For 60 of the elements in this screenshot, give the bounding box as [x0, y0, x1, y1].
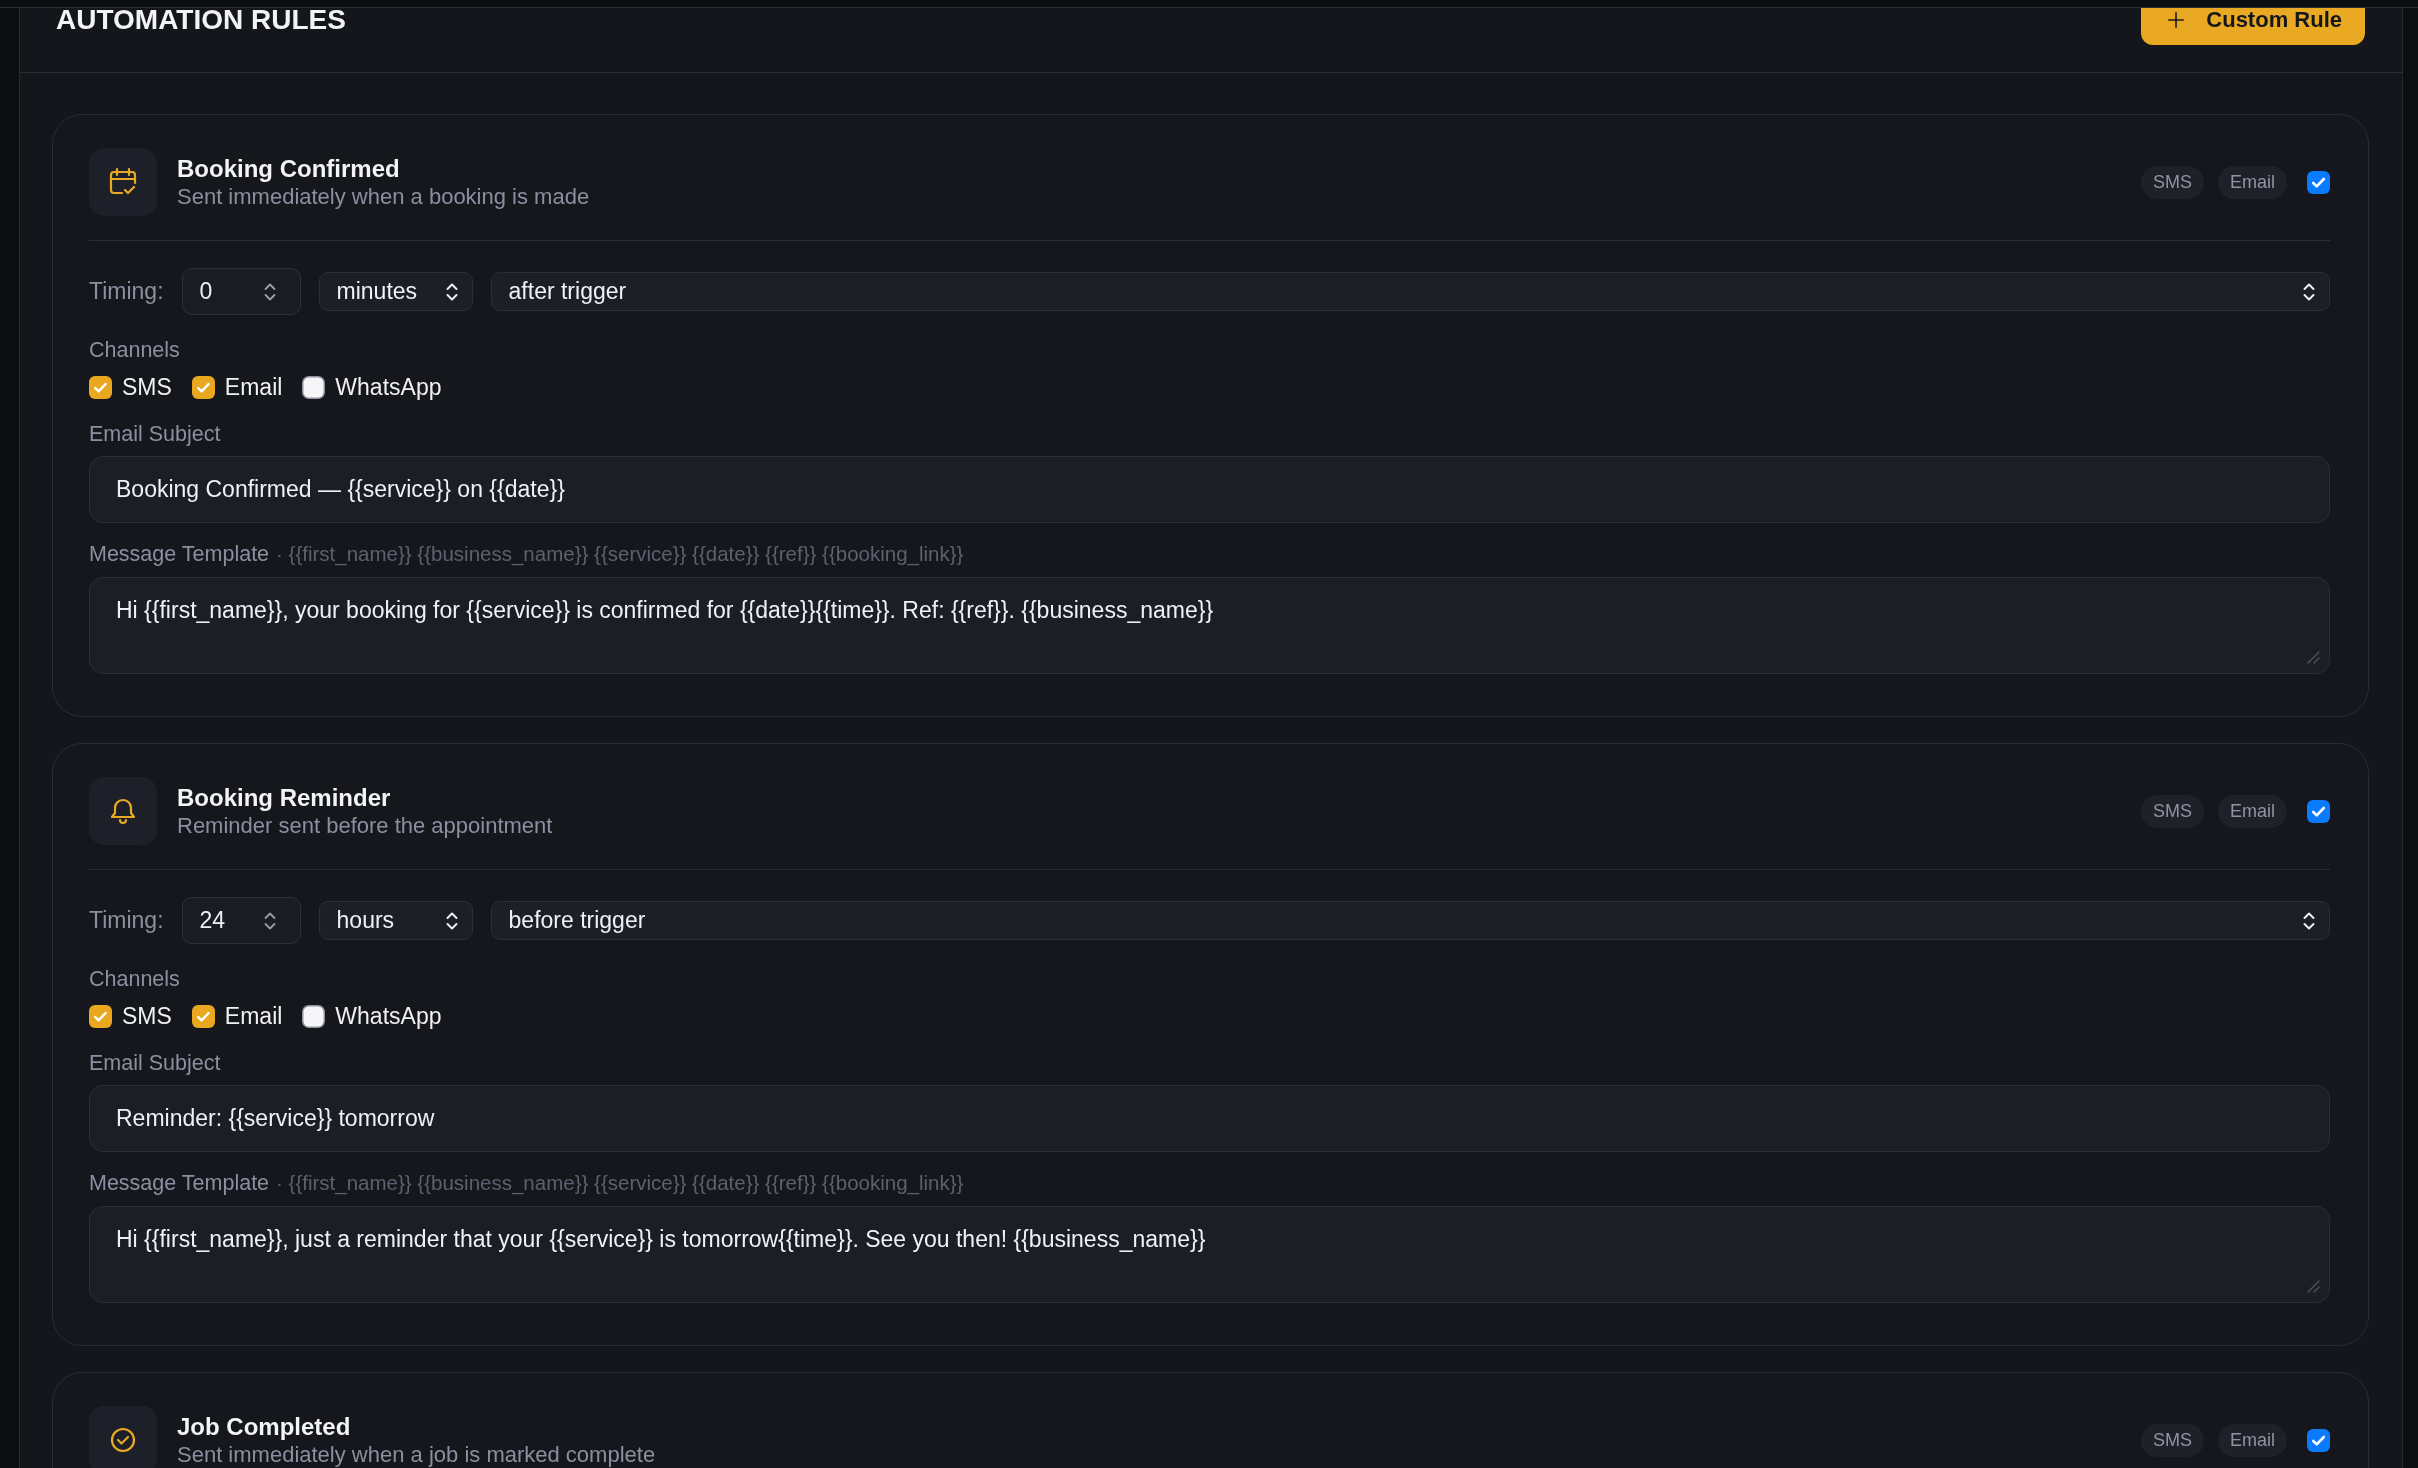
channels-label: Channels [89, 337, 180, 363]
channel-checkbox[interactable] [302, 1004, 326, 1028]
email-subject-field[interactable]: Reminder: {{service}} tomorrow [89, 1085, 2330, 1152]
section-title: AUTOMATION RULES [56, 8, 346, 32]
channel-option-label: Email [224, 373, 283, 401]
channel-option-label: WhatsApp [335, 373, 442, 401]
channel-option-label: SMS [122, 373, 172, 401]
timing-unit-select[interactable]: minutes [318, 272, 473, 311]
timing-relation-select[interactable]: after trigger [490, 272, 2330, 311]
channel-tag: SMS [2140, 794, 2204, 828]
rule-description: Sent immediately when a job is marked complete [177, 1442, 656, 1468]
email-subject-label: Email Subject [89, 1050, 221, 1076]
channel-tag: Email [2218, 1423, 2287, 1457]
template-variables-hint: · {{first_name}} {{business_name}} {{service}} {{date}} {{ref}} {{booking_link}} [276, 541, 964, 567]
resize-grip-icon[interactable] [2306, 1279, 2320, 1293]
message-template-field[interactable]: Hi {{first_name}}, just a reminder that your {{service}} is tomorrow{{time}}. See you then! {{business_name}} [89, 1206, 2330, 1303]
rule-title: Booking Confirmed [177, 154, 401, 184]
message-template-label: Message Template [89, 1170, 270, 1196]
channel-option-label: SMS [122, 1002, 172, 1030]
timing-amount-field[interactable]: 24 [181, 897, 301, 944]
rule-enabled-checkbox[interactable] [2307, 170, 2330, 194]
channel-checkbox[interactable] [191, 1004, 215, 1028]
resize-grip-icon[interactable] [2306, 650, 2320, 664]
email-subject-label: Email Subject [89, 421, 221, 447]
spinner-arrows-icon[interactable] [263, 281, 276, 302]
channel-checkbox[interactable] [302, 375, 326, 399]
timing-relation-select[interactable]: before trigger [490, 901, 2330, 940]
rule-enabled-checkbox[interactable] [2307, 799, 2330, 823]
plus-icon [2168, 12, 2185, 28]
chevron-updown-icon [445, 910, 458, 931]
channel-option-label: WhatsApp [335, 1002, 442, 1030]
channel-checkbox[interactable] [89, 1004, 112, 1028]
template-variables-hint: · {{first_name}} {{business_name}} {{service}} {{date}} {{ref}} {{booking_link}} [276, 1170, 964, 1196]
rule-title: Job Completed [177, 1412, 352, 1442]
channel-tag: Email [2218, 165, 2287, 199]
timing-label: Timing: [89, 907, 164, 934]
message-template-field[interactable]: Hi {{first_name}}, your booking for {{service}} is confirmed for {{date}}{{time}}. Ref: {{ref}}. {{business_name}} [89, 577, 2330, 674]
channel-checkbox[interactable] [191, 375, 215, 399]
chevron-updown-icon [2303, 281, 2315, 302]
timing-amount-field[interactable]: 0 [181, 268, 301, 315]
rule-enabled-checkbox[interactable] [2307, 1428, 2330, 1452]
channels-label: Channels [89, 966, 180, 992]
rule-description: Sent immediately when a booking is made [177, 184, 590, 210]
channel-tag: Email [2218, 794, 2287, 828]
timing-label: Timing: [89, 278, 164, 305]
message-template-label: Message Template [89, 541, 270, 567]
chevron-updown-icon [445, 281, 458, 302]
calendar-check-icon [89, 148, 157, 216]
channel-tag: SMS [2140, 1423, 2204, 1457]
bell-icon [89, 777, 157, 845]
spinner-arrows-icon[interactable] [263, 910, 276, 931]
chevron-updown-icon [2303, 910, 2315, 931]
rule-description: Reminder sent before the appointment [177, 813, 553, 839]
channel-checkbox[interactable] [89, 375, 112, 399]
custom-rule-button[interactable]: Custom Rule [2141, 8, 2365, 45]
rule-title: Booking Reminder [177, 783, 392, 813]
channel-tag: SMS [2140, 165, 2204, 199]
channel-option-label: Email [224, 1002, 283, 1030]
timing-unit-select[interactable]: hours [318, 901, 473, 940]
email-subject-field[interactable]: Booking Confirmed — {{service}} on {{date}} [89, 456, 2330, 523]
